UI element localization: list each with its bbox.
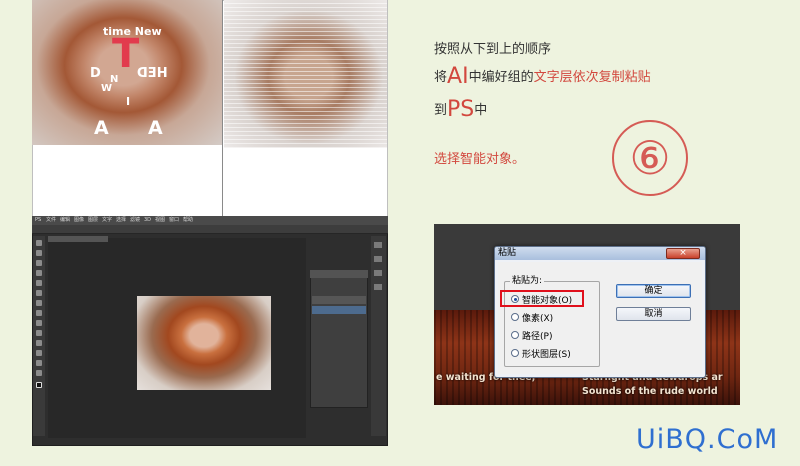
radio-unselected-icon[interactable] xyxy=(511,313,519,321)
ok-button[interactable]: 确定 xyxy=(616,284,691,298)
ps-menu-filter[interactable]: 滤镜 xyxy=(130,216,140,225)
ps-menu-select[interactable]: 选择 xyxy=(116,216,126,225)
instruction-line-2-mid: 中编好组的 xyxy=(468,70,534,85)
ps-options-bar xyxy=(32,225,388,234)
ps-menu-layer[interactable]: 图层 xyxy=(88,216,98,225)
radio-shape-layer-label: 形状图层(S) xyxy=(522,349,571,360)
ps-menu-view[interactable]: 视图 xyxy=(155,216,165,225)
ps-dock-history-icon[interactable] xyxy=(374,242,382,248)
site-watermark: UiBQ.CoM xyxy=(636,424,779,455)
radio-unselected-icon[interactable] xyxy=(511,349,519,357)
type-tool-icon[interactable] xyxy=(36,360,42,366)
ps-layers-panel-header[interactable] xyxy=(310,270,368,278)
healing-tool-icon[interactable] xyxy=(36,300,42,306)
ps-panel-dock xyxy=(371,236,386,436)
ps-dock-swatches-icon[interactable] xyxy=(374,270,382,276)
instruction-line-1: 按照从下到上的顺序 xyxy=(434,42,552,57)
instruction-line-3-prefix: 到 xyxy=(434,103,448,118)
stamp-tool-icon[interactable] xyxy=(36,320,42,326)
background-text-c: Sounds of the rude world xyxy=(582,386,718,397)
ps-menu-bar: PS 文件 编辑 图像 图层 文字 选择 滤镜 3D 视图 窗口 帮助 xyxy=(32,216,388,225)
ps-menu-3d[interactable]: 3D xyxy=(144,216,151,225)
artboard-word-big-t: T xyxy=(112,31,140,77)
radio-path-label: 路径(P) xyxy=(522,331,553,342)
ps-dock-color-icon[interactable] xyxy=(374,256,382,262)
radio-path[interactable]: 路径(P) xyxy=(511,329,553,342)
radio-unselected-icon[interactable] xyxy=(511,331,519,339)
instruction-line-2: 将AI中编好组的文字层依次复制粘贴 xyxy=(434,64,651,89)
pen-tool-icon[interactable] xyxy=(36,350,42,356)
cancel-button[interactable]: 取消 xyxy=(616,307,691,321)
gradient-tool-icon[interactable] xyxy=(36,340,42,346)
step-number-badge: ⑥ xyxy=(612,120,688,196)
artboard-divider xyxy=(222,0,223,218)
artboard-word-hed: HED xyxy=(137,66,168,81)
move-tool-icon[interactable] xyxy=(36,240,42,246)
artboard-word-d: D xyxy=(90,66,101,81)
ps-menu-file[interactable]: 文件 xyxy=(46,216,56,225)
radio-pixels-label: 像素(X) xyxy=(522,313,554,324)
radio-shape-layer[interactable]: 形状图层(S) xyxy=(511,347,571,360)
ps-portrait-photo xyxy=(137,296,271,390)
hand-tool-icon[interactable] xyxy=(36,370,42,376)
paste-as-label: 粘贴为: xyxy=(510,276,545,286)
paste-dialog-title: 粘贴 xyxy=(498,248,517,258)
close-icon: × xyxy=(679,248,687,258)
instruction-line-4: 选择智能对象。 xyxy=(434,152,526,167)
ps-layers-panel xyxy=(310,270,368,408)
text-portrait-artboard xyxy=(224,0,387,148)
instruction-line-3-suffix: 中 xyxy=(474,103,488,118)
instruction-line-2-highlight: 文字层依次复制粘贴 xyxy=(533,70,651,85)
ps-menu-edit[interactable]: 编辑 xyxy=(60,216,70,225)
radio-pixels[interactable]: 像素(X) xyxy=(511,311,554,324)
ps-toolbox xyxy=(33,236,45,436)
crop-tool-icon[interactable] xyxy=(36,280,42,286)
instruction-line-3: 到PS中 xyxy=(434,97,487,122)
artboard-word-i: I xyxy=(126,95,131,108)
ps-layer-row-selected[interactable] xyxy=(312,306,366,314)
ps-document-tab[interactable] xyxy=(48,236,108,242)
eraser-tool-icon[interactable] xyxy=(36,330,42,336)
ps-menu-type[interactable]: 文字 xyxy=(102,216,112,225)
artboard-word-w: W xyxy=(101,83,113,94)
ps-layer-row[interactable] xyxy=(312,296,366,304)
ps-menu-image[interactable]: 图像 xyxy=(74,216,84,225)
close-button[interactable]: × xyxy=(666,248,700,259)
eyedropper-tool-icon[interactable] xyxy=(36,290,42,296)
lasso-tool-icon[interactable] xyxy=(36,260,42,266)
ps-dock-adjust-icon[interactable] xyxy=(374,284,382,290)
foreground-color-swatch[interactable] xyxy=(36,382,42,388)
artboard-word-a-right: A xyxy=(148,117,163,139)
instruction-line-2-prefix: 将 xyxy=(434,70,448,85)
marquee-tool-icon[interactable] xyxy=(36,250,42,256)
brush-tool-icon[interactable] xyxy=(36,310,42,316)
ps-menu-logo[interactable]: PS xyxy=(35,216,41,225)
ps-menu-help[interactable]: 帮助 xyxy=(183,216,193,225)
ps-menu-window[interactable]: 窗口 xyxy=(169,216,179,225)
artboard-word-a-left: A xyxy=(94,117,109,139)
ai-label: AI xyxy=(447,64,469,89)
ps-label: PS xyxy=(447,97,475,122)
smart-object-highlight-box xyxy=(500,290,584,307)
quick-select-tool-icon[interactable] xyxy=(36,270,42,276)
